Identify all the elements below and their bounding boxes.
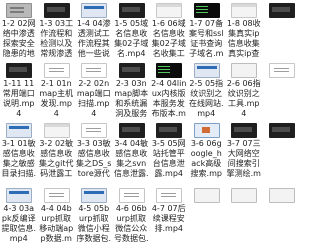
file-name: 1-2 02网络中渗透探索安全隐患的地方 — [1, 19, 36, 58]
video-thumbnail-icon — [156, 123, 182, 138]
file-name: 1-7 07备案号和ssl证书查询子域名.mp4 — [188, 19, 224, 58]
file-item[interactable]: 3-2 02敏感信息收集之git代码泄露工具.mp4 — [38, 120, 76, 185]
file-name: 3-1 01敏感信息收集之敏感目录扫描.mp4 — [1, 139, 37, 178]
video-thumbnail-icon — [231, 123, 257, 138]
video-thumbnail-icon — [81, 63, 107, 78]
file-name: 2-5 05指纹识别之在线网站.mp4 — [188, 79, 224, 118]
file-item[interactable]: 1-7 07备案号和ssl证书查询子域名.mp4 — [188, 0, 226, 60]
video-thumbnail-icon — [156, 188, 182, 203]
file-item[interactable]: 4-4 04burp抓取移动端app数据.mp4 — [38, 185, 76, 250]
video-thumbnail-icon — [231, 63, 257, 78]
file-item[interactable]: 1-11 11常用端口说明.mp4 — [0, 60, 38, 120]
file-item[interactable]: 1-2 02网络中渗透探索安全隐患的地方 — [0, 0, 38, 60]
video-thumbnail-icon — [231, 188, 257, 203]
video-thumbnail-icon — [118, 3, 145, 18]
video-thumbnail-icon — [118, 188, 145, 203]
video-thumbnail-icon — [268, 63, 295, 78]
video-thumbnail-icon — [81, 3, 107, 18]
file-item[interactable]: 2-2 02nmap端口扫描.mp4 — [75, 60, 113, 120]
video-thumbnail-icon — [231, 3, 257, 18]
file-name: 2-2 02nmap端口扫描.mp4 — [76, 79, 111, 118]
file-item[interactable]: 2-6 06指纹识别之工具.mp4 — [225, 60, 263, 120]
file-name: 1-4 04渗透测试工作流程其他一些说明和建议 — [76, 19, 111, 58]
file-name: 2-1 01nmap主机发现.mp4 — [39, 79, 74, 118]
file-name: 3-7 07三大网络空间搜索引擎测绘.mp4 — [226, 139, 261, 178]
file-item[interactable]: 1-8 08收集真实ip信息收集真实ip查看是否有cdn.mp4 — [225, 0, 263, 60]
video-thumbnail-icon — [6, 63, 32, 78]
file-item[interactable]: 1-4 04渗透测试工作流程其他一些说明和建议 — [75, 0, 113, 60]
file-name: 1-11 11常用端口说明.mp4 — [2, 79, 35, 118]
file-item[interactable]: 4-7 07后续课程安排.mp4 — [150, 185, 188, 250]
video-thumbnail-icon — [6, 123, 32, 138]
file-item[interactable] — [225, 185, 263, 250]
video-thumbnail-icon — [268, 123, 295, 138]
file-item[interactable] — [263, 0, 301, 60]
file-item[interactable] — [188, 185, 226, 250]
file-item[interactable] — [263, 120, 301, 185]
file-item[interactable]: 4-6 06burp抓取微信公众号数据包.mp4 — [113, 185, 151, 250]
video-thumbnail-icon — [81, 123, 107, 138]
file-name: 1-3 03工作流程和检测以及常规渗透测试有何不同 — [39, 19, 74, 58]
file-item[interactable]: 2-1 01nmap主机发现.mp4 — [38, 60, 76, 120]
video-thumbnail-icon — [268, 188, 295, 203]
file-name: 1-8 08收集真实ip信息收集真实ip查看是否有cdn.mp4 — [226, 19, 261, 58]
file-name: 2-6 06指纹识别之工具.mp4 — [226, 79, 261, 118]
file-name: 4-7 07后续课程安排.mp4 — [151, 204, 186, 233]
file-item[interactable]: 2-5 05指纹识别之在线网站.mp4 — [188, 60, 226, 120]
file-name: 4-6 06burp抓取微信公众号数据包.mp4 — [113, 204, 149, 243]
file-name: 3-6 06google_hack高级搜索.mp4 — [190, 139, 222, 178]
file-item[interactable]: 4-5 05burp抓取微信小程序数据包.mp4 — [75, 185, 113, 250]
video-thumbnail-icon — [193, 63, 220, 78]
video-thumbnail-icon — [193, 123, 220, 138]
file-name: 3-3 03敏感信息收集之DS_store源代码泄露.mp4 — [76, 139, 112, 178]
file-item[interactable] — [263, 185, 301, 250]
file-name: 2-3 03nmap脚本和系统漏洞及服务探测.mp4 — [114, 79, 149, 118]
video-thumbnail-icon — [193, 188, 220, 203]
file-item[interactable]: 1-6 06域名信息收集02子域名收集工具.mp4 — [150, 0, 188, 60]
video-thumbnail-icon — [156, 3, 182, 18]
file-item[interactable]: 2-3 03nmap脚本和系统漏洞及服务探测.mp4 — [113, 60, 151, 120]
video-thumbnail-icon — [118, 123, 145, 138]
file-name: 1-5 05域名信息收集02子域名.mp4 — [114, 19, 149, 58]
video-thumbnail-icon — [43, 63, 70, 78]
file-name: 3-2 02敏感信息收集之git代码泄露工具.mp4 — [39, 139, 74, 178]
file-item[interactable]: 2-4 04linux内核版本服务发布版本.mp4 — [150, 60, 188, 120]
file-item[interactable]: 3-3 03敏感信息收集之DS_store源代码泄露.mp4 — [75, 120, 113, 185]
video-thumbnail-icon — [118, 63, 145, 78]
video-thumbnail-icon — [6, 3, 32, 18]
file-name: 3-5 05网站托管平台信息泄露.mp4 — [151, 139, 186, 178]
file-name: 1-6 06域名信息收集02子域名收集工具.mp4 — [151, 19, 186, 58]
video-thumbnail-icon — [6, 188, 32, 203]
file-item[interactable]: 1-3 03工作流程和检测以及常规渗透测试有何不同 — [38, 0, 76, 60]
file-name: 2-4 04linux内核版本服务发布版本.mp4 — [151, 79, 187, 118]
file-item[interactable]: 3-5 05网站托管平台信息泄露.mp4 — [150, 120, 188, 185]
video-thumbnail-icon — [268, 3, 295, 18]
file-name: 4-3 03apk反编译提取信息.mp4 — [1, 204, 37, 243]
file-name: 4-4 04burp抓取移动端app数据.mp4 — [39, 204, 74, 243]
video-thumbnail-icon — [43, 188, 70, 203]
file-grid: 1-2 02网络中渗透探索安全隐患的地方1-3 03工作流程和检测以及常规渗透测… — [0, 0, 300, 250]
file-item[interactable]: 3-1 01敏感信息收集之敏感目录扫描.mp4 — [0, 120, 38, 185]
file-item[interactable]: 3-7 07三大网络空间搜索引擎测绘.mp4 — [225, 120, 263, 185]
file-item[interactable]: 3-6 06google_hack高级搜索.mp4 — [188, 120, 226, 185]
video-thumbnail-icon — [156, 63, 182, 78]
video-thumbnail-icon — [193, 3, 220, 18]
video-thumbnail-icon — [81, 188, 107, 203]
file-name: 4-5 05burp抓取微信小程序数据包.mp4 — [76, 204, 112, 243]
file-item[interactable] — [263, 60, 301, 120]
file-item[interactable]: 1-5 05域名信息收集02子域名.mp4 — [113, 0, 151, 60]
file-item[interactable]: 3-4 04敏感信息收集之svn信息泄露.mp4 — [113, 120, 151, 185]
file-name: 3-4 04敏感信息收集之svn信息泄露.mp4 — [113, 139, 149, 178]
file-item[interactable]: 4-3 03apk反编译提取信息.mp4 — [0, 185, 38, 250]
video-thumbnail-icon — [43, 3, 70, 18]
video-thumbnail-icon — [43, 123, 70, 138]
